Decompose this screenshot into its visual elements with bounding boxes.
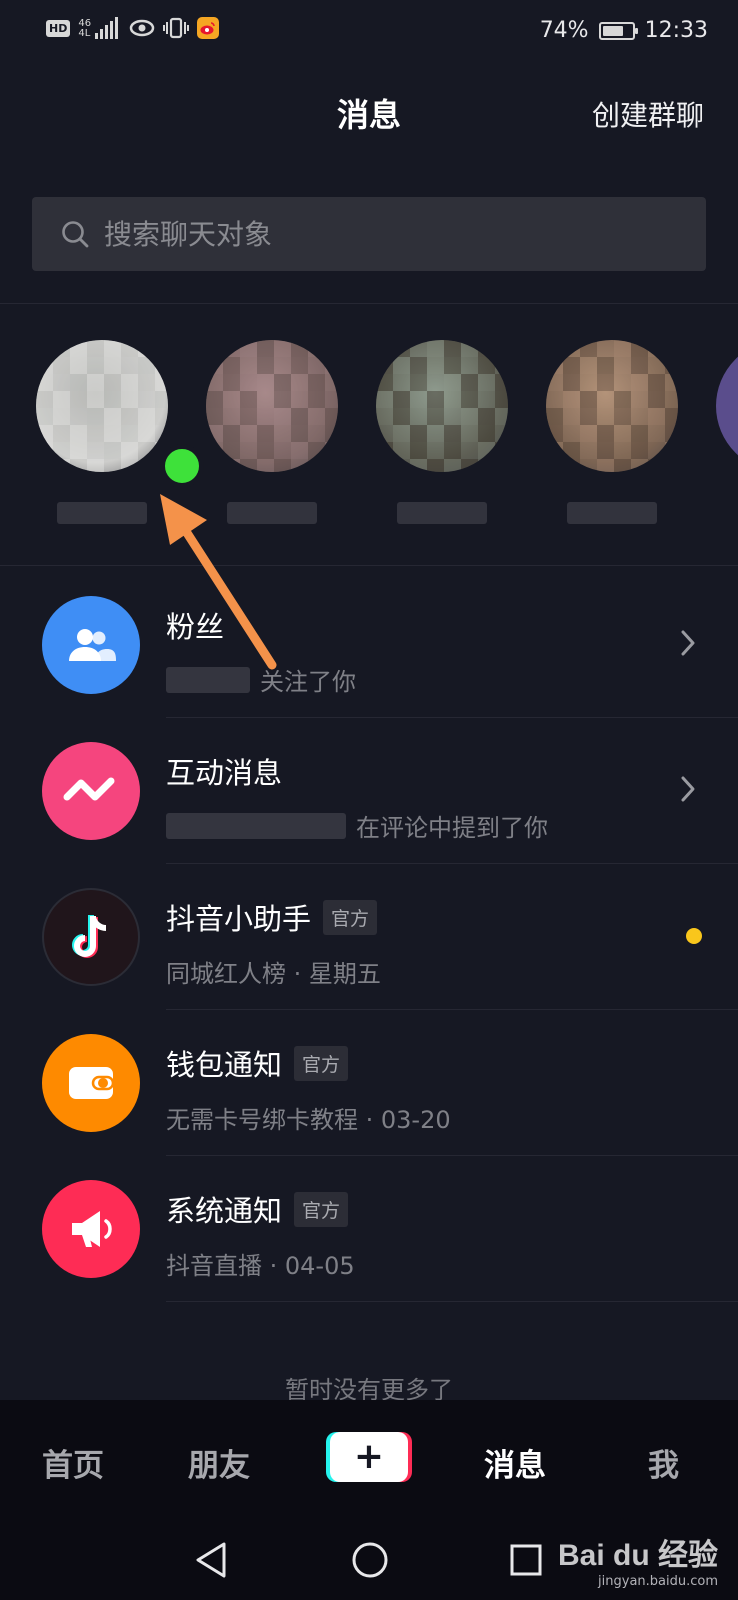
home-icon[interactable] [348, 1538, 392, 1582]
official-badge: 官方 [294, 1045, 349, 1081]
message-row[interactable]: 互动消息在评论中提到了你 [0, 716, 738, 864]
vibrate-icon [163, 17, 190, 39]
status-bar: HD 46 4L 74% 12:33 [0, 0, 738, 64]
avatar [36, 340, 168, 472]
tab-messages[interactable]: 消息 [484, 1440, 546, 1485]
baidu-watermark: Bai du 经验 jingyan.baidu.com [558, 1530, 718, 1589]
message-title-text: 钱包通知 [166, 1048, 283, 1082]
megaphone-icon [42, 1180, 140, 1278]
contact-name-blurred [567, 502, 657, 524]
message-subtitle: 在评论中提到了你 [166, 808, 548, 843]
message-row[interactable]: 系统通知 官方抖音直播 · 04-05 [0, 1154, 738, 1302]
message-subtitle-text: 同城红人榜 · 星期五 [166, 960, 381, 988]
message-subtitle-text: 抖音直播 · 04-05 [166, 1252, 355, 1280]
message-title-text: 系统通知 [166, 1194, 283, 1228]
message-title-text: 互动消息 [166, 756, 283, 790]
avatar [716, 340, 738, 472]
message-subtitle-text: 无需卡号绑卡教程 · 03-20 [166, 1106, 451, 1134]
online-status-dot [160, 444, 204, 488]
recents-icon[interactable] [504, 1538, 548, 1582]
contact-avatar-item[interactable] [546, 340, 678, 524]
message-title: 系统通知 官方 [166, 1188, 349, 1230]
interaction-icon [42, 742, 140, 840]
back-icon[interactable] [190, 1538, 234, 1582]
wallet-icon [42, 1034, 140, 1132]
message-subtitle-text: 在评论中提到了你 [356, 814, 548, 842]
message-title-text: 粉丝 [166, 610, 225, 644]
tab-friends[interactable]: 朋友 [188, 1440, 250, 1485]
message-subtitle: 无需卡号绑卡教程 · 03-20 [166, 1100, 451, 1135]
chevron-right-icon [681, 776, 695, 802]
contact-name-blurred [227, 502, 317, 524]
message-row[interactable]: 钱包通知 官方无需卡号绑卡教程 · 03-20 [0, 1008, 738, 1156]
divider [0, 565, 738, 566]
divider [0, 303, 738, 304]
watermark-url: jingyan.baidu.com [598, 1574, 718, 1589]
create-post-button[interactable]: + [326, 1432, 412, 1482]
search-input[interactable] [104, 217, 664, 251]
contact-avatar-item[interactable] [716, 340, 738, 472]
chevron-right-icon [681, 630, 695, 656]
message-title: 粉丝 [166, 604, 224, 646]
divider [166, 1301, 738, 1302]
unread-dot [686, 928, 702, 944]
avatar-mosaic [206, 340, 338, 472]
status-icons-left: HD 46 4L [46, 17, 220, 39]
message-title: 互动消息 [166, 750, 282, 792]
signal-icon: 46 4L [78, 17, 121, 39]
avatar-mosaic [376, 340, 508, 472]
tab-me[interactable]: 我 [648, 1440, 679, 1485]
create-group-button[interactable]: 创建群聊 [592, 94, 704, 134]
hd-icon: HD [46, 19, 71, 37]
contact-avatar-item[interactable] [206, 340, 338, 524]
message-title: 抖音小助手 官方 [166, 896, 378, 938]
contact-avatar-item[interactable] [376, 340, 508, 524]
message-subtitle: 同城红人榜 · 星期五 [166, 954, 381, 989]
message-title: 钱包通知 官方 [166, 1042, 349, 1084]
search-bar[interactable] [32, 197, 706, 271]
douyin-icon [42, 888, 140, 986]
message-title-text: 抖音小助手 [166, 902, 312, 936]
official-badge: 官方 [294, 1191, 349, 1227]
message-subtitle-text: 关注了你 [260, 668, 356, 696]
search-icon [62, 221, 89, 248]
battery-percent: 74% [539, 18, 589, 43]
contact-name-blurred [397, 502, 487, 524]
redacted-username [166, 666, 250, 693]
message-row[interactable]: 粉丝关注了你 [0, 570, 738, 718]
fans-icon [42, 596, 140, 694]
contact-name-blurred [57, 502, 147, 524]
signal-bottom-label: 4L [78, 28, 91, 39]
avatar [546, 340, 678, 472]
bottom-nav: 首页 朋友 + 消息 我 [0, 1400, 738, 1518]
status-icons-right: 74% 12:33 [540, 18, 708, 43]
battery-icon [598, 21, 638, 40]
avatar-mosaic [36, 340, 168, 472]
official-badge: 官方 [323, 899, 378, 935]
redacted-username [166, 812, 346, 839]
tab-home[interactable]: 首页 [42, 1440, 104, 1485]
watermark-logo: Bai du 经验 [557, 1539, 718, 1572]
avatar [206, 340, 338, 472]
message-row[interactable]: 抖音小助手 官方同城红人榜 · 星期五 [0, 862, 738, 1010]
avatar-mosaic [546, 340, 678, 472]
eye-icon [129, 19, 155, 37]
clock: 12:33 [644, 18, 708, 43]
weibo-icon [197, 17, 220, 39]
plus-icon: + [330, 1432, 408, 1482]
contact-avatar-strip[interactable] [0, 330, 738, 560]
message-subtitle: 关注了你 [166, 662, 356, 697]
battery-fill [602, 25, 624, 36]
message-subtitle: 抖音直播 · 04-05 [166, 1246, 355, 1281]
contact-avatar-item[interactable] [36, 340, 204, 524]
avatar [376, 340, 508, 472]
